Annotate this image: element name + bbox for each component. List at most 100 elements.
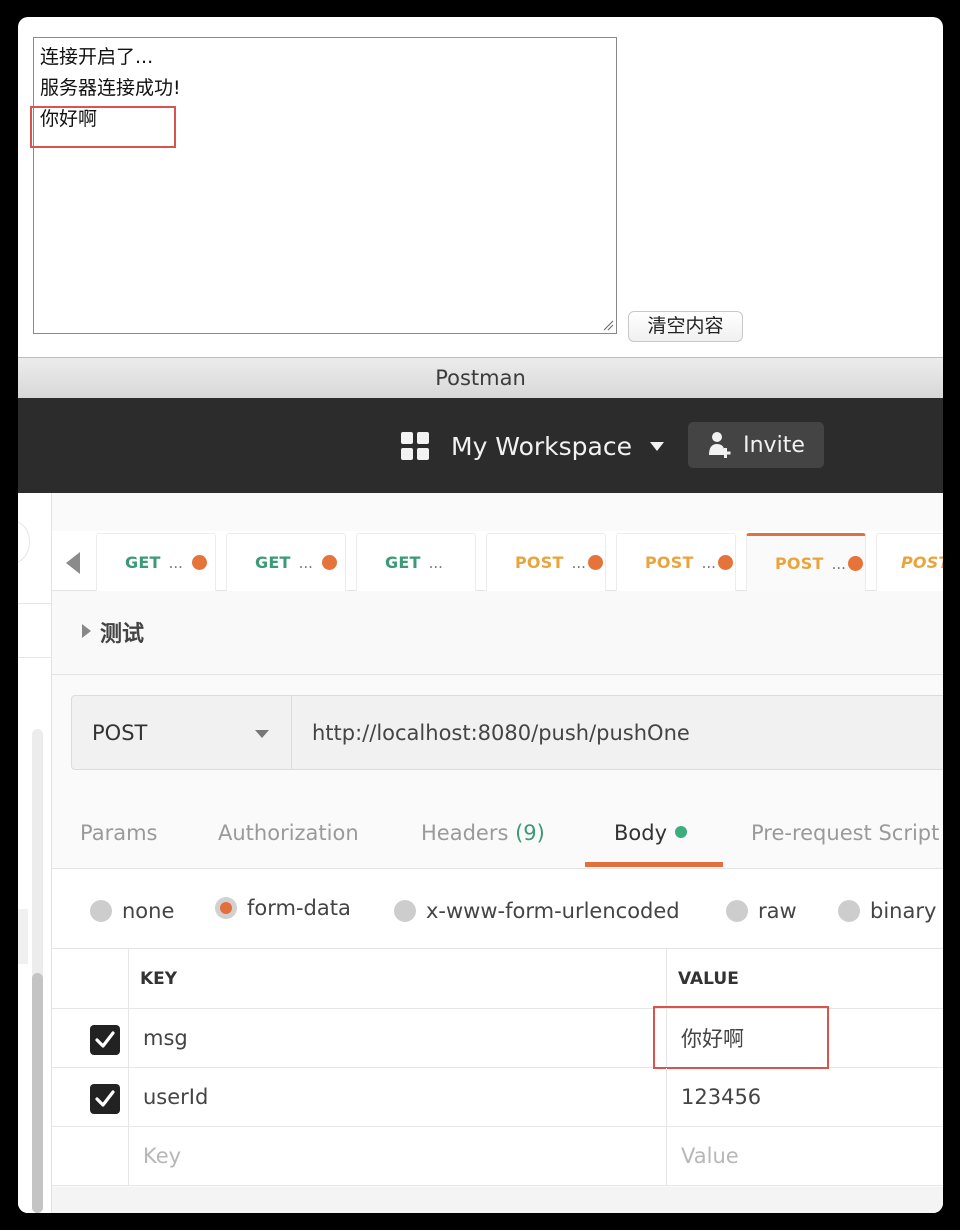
tab-body[interactable]: Body (614, 821, 688, 845)
tab-title: ... (831, 554, 846, 573)
checkmark-icon (95, 1090, 115, 1107)
request-name[interactable]: 测试 (100, 616, 144, 648)
radio-x-www-form-urlencoded[interactable]: x-www-form-urlencoded (394, 899, 680, 923)
radio-none[interactable]: none (90, 899, 174, 923)
request-tab[interactable]: GET ... (226, 533, 346, 591)
key-cell[interactable]: msg (129, 1009, 667, 1067)
tab-title: ... (701, 553, 716, 572)
request-tab[interactable]: GET ... (356, 533, 476, 591)
table-row-new: Key Value (52, 1127, 943, 1186)
new-value-input[interactable]: Value (667, 1127, 943, 1185)
radio-icon (394, 900, 416, 922)
unsaved-dot-icon (191, 555, 207, 570)
tab-title: ... (571, 553, 586, 572)
workspace-switcher[interactable]: My Workspace (401, 428, 664, 464)
invite-button[interactable]: Invite (688, 422, 824, 468)
request-tab[interactable]: GET ... (96, 533, 216, 591)
url-input[interactable]: http://localhost:8080/push/pushOne (292, 696, 943, 769)
form-data-table: KEY VALUE msg 你好啊 userId 123456 Key Valu… (52, 949, 943, 1186)
unsaved-dot-icon (321, 555, 337, 570)
resize-handle-icon[interactable] (602, 319, 614, 331)
url-bar: POST http://localhost:8080/push/pushOne (71, 695, 943, 770)
unsaved-dot-icon (587, 555, 603, 570)
radio-label: form-data (247, 896, 351, 920)
radio-icon (726, 900, 748, 922)
value-cell[interactable]: 你好啊 (667, 1009, 943, 1067)
workspace-name: My Workspace (451, 431, 632, 461)
status-dot-icon (675, 826, 688, 838)
websocket-test-page: 连接开启了... 服务器连接成功! 你好啊 清空内容 (18, 17, 943, 357)
tab-method: POST (775, 554, 824, 573)
caret-down-icon (255, 730, 269, 738)
grid-icon (401, 432, 429, 460)
annotation-highlight-box (30, 106, 176, 148)
radio-icon (90, 900, 112, 922)
tab-title: ... (428, 553, 443, 572)
column-header-key: KEY (129, 949, 667, 1008)
tab-title: ... (168, 553, 183, 572)
radio-binary[interactable]: binary (838, 899, 936, 923)
table-row: msg 你好啊 (52, 1006, 943, 1069)
method-value: POST (92, 720, 148, 745)
message-log-textarea[interactable]: 连接开启了... 服务器连接成功! 你好啊 (30, 37, 617, 334)
tab-method: GET (385, 553, 421, 572)
sidebar-divider (18, 657, 52, 658)
column-header-value: VALUE (678, 968, 739, 989)
radio-raw[interactable]: raw (726, 899, 797, 923)
app-body: GET ... GET ... GET ... POST ... POST ..… (18, 493, 943, 1213)
unsaved-dot-icon (717, 555, 733, 570)
tab-authorization[interactable]: Authorization (218, 821, 359, 845)
tab-method: GET (255, 553, 291, 572)
app-header: My Workspace Invite (18, 398, 943, 493)
unsaved-dot-icon (847, 556, 863, 571)
table-row: userId 123456 (52, 1068, 943, 1127)
add-user-icon (709, 432, 731, 458)
active-tab-underline (585, 862, 723, 867)
request-tab[interactable]: POST ... (616, 533, 736, 591)
body-type-options: none form-data x-www-form-urlencoded raw… (52, 869, 943, 949)
sidebar-divider (18, 603, 52, 604)
expand-triangle-icon[interactable] (82, 624, 91, 638)
log-line: 服务器连接成功! (40, 77, 181, 99)
new-key-input[interactable]: Key (129, 1127, 667, 1185)
table-header-row: KEY VALUE (52, 949, 943, 1009)
request-tab[interactable]: POST (876, 533, 943, 591)
request-section-tabs: Params Authorization Headers (9) Body Pr… (52, 791, 943, 869)
request-editor: GET ... GET ... GET ... POST ... POST ..… (52, 493, 943, 1213)
radio-label: binary (870, 899, 937, 923)
row-checkbox[interactable] (90, 1025, 120, 1055)
request-tab-active[interactable]: POST ... (746, 533, 866, 591)
radio-selected-icon (215, 897, 237, 919)
tab-method: POST (901, 553, 943, 572)
value-cell[interactable]: 123456 (667, 1068, 943, 1126)
sidebar-search-shape (18, 521, 30, 563)
tab-body-label: Body (614, 821, 668, 845)
clear-content-button[interactable]: 清空内容 (628, 311, 743, 342)
tab-pre-request-script[interactable]: Pre-request Script (751, 821, 939, 845)
headers-count: (9) (515, 821, 545, 845)
method-select[interactable]: POST (72, 696, 292, 769)
log-line: 连接开启了... (40, 46, 154, 68)
request-tabs-bar: GET ... GET ... GET ... POST ... POST ..… (52, 531, 943, 591)
radio-label: none (122, 899, 175, 923)
sidebar-item[interactable] (18, 909, 28, 964)
radio-icon (838, 900, 860, 922)
radio-form-data[interactable]: form-data (215, 896, 351, 920)
key-cell[interactable]: userId (129, 1068, 667, 1126)
sidebar (18, 493, 52, 1213)
request-tab[interactable]: POST ... (486, 533, 606, 591)
row-checkbox[interactable] (90, 1084, 120, 1114)
sidebar-scrollbar-thumb[interactable] (32, 973, 43, 1213)
caret-down-icon (649, 441, 664, 451)
tab-method: POST (515, 553, 564, 572)
tab-title: ... (298, 553, 313, 572)
scroll-left-icon[interactable] (66, 552, 80, 574)
tab-params[interactable]: Params (80, 821, 158, 845)
tab-headers[interactable]: Headers (9) (421, 821, 545, 845)
request-name-row: 测试 (52, 591, 943, 675)
radio-label: x-www-form-urlencoded (426, 899, 680, 923)
tab-method: POST (645, 553, 694, 572)
radio-label: raw (758, 899, 797, 923)
table-footer (52, 1187, 943, 1213)
checkmark-icon (95, 1031, 115, 1048)
